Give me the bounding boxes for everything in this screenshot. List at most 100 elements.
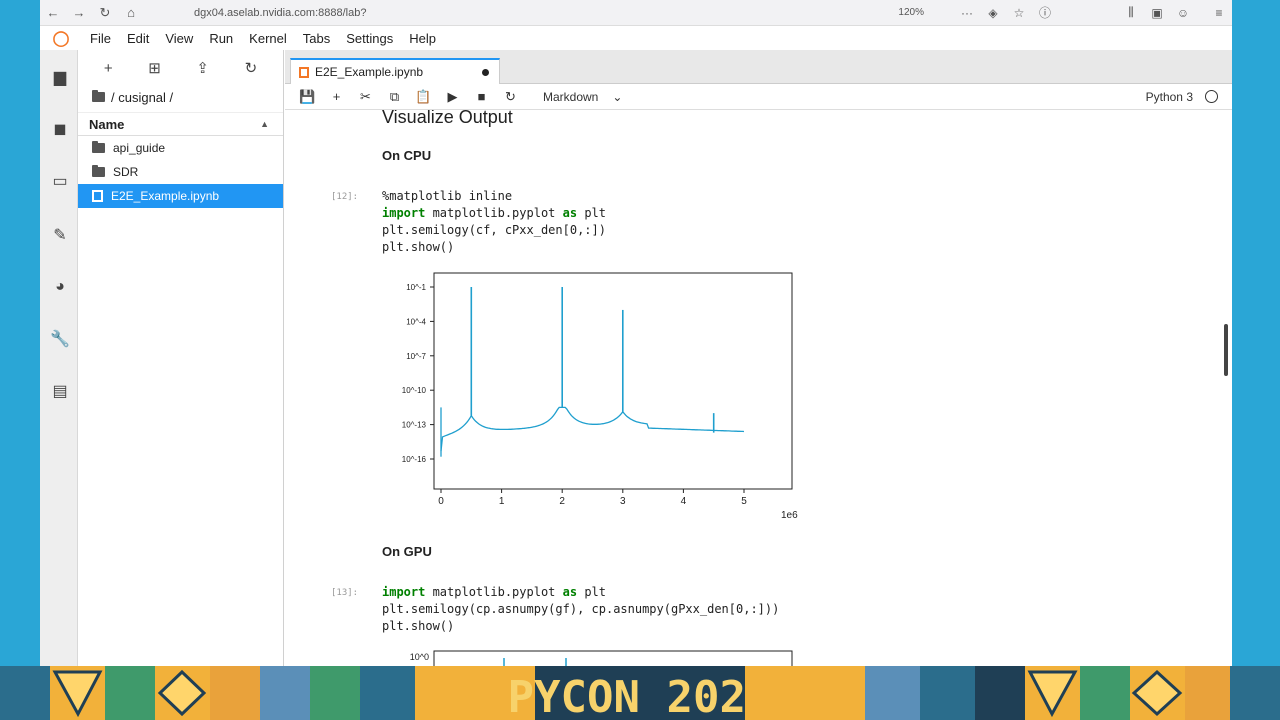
kernel-name[interactable]: Python 3: [1146, 90, 1193, 104]
upload-icon[interactable]: ⇪: [196, 59, 209, 77]
stop-icon[interactable]: ■: [467, 89, 496, 104]
x-offset-label: 1e6: [781, 510, 798, 521]
sort-caret-icon: ▲: [260, 119, 269, 129]
y-tick-label: 10^-4: [406, 317, 426, 326]
file-list-header[interactable]: Name ▲: [78, 112, 283, 136]
run-icon[interactable]: ▶: [438, 89, 467, 105]
bookmark-star-icon[interactable]: ☆: [1006, 6, 1032, 20]
kernel-status-icon: [1205, 90, 1218, 103]
menu-run[interactable]: Run: [209, 31, 233, 46]
gpu-heading: On GPU: [382, 544, 432, 559]
zoom-level[interactable]: 120%: [898, 7, 924, 18]
cell-type-select[interactable]: Markdown ⌄: [543, 90, 622, 104]
folder-icon: [92, 141, 105, 153]
code-line: plt.show(): [382, 240, 455, 254]
plot-background: [381, 270, 807, 524]
banner-artwork: PYCON 2020: [0, 666, 1280, 720]
breadcrumb[interactable]: / cusignal /: [78, 86, 283, 108]
forward-icon[interactable]: →: [66, 5, 92, 20]
x-tick-label: 1: [499, 496, 505, 507]
x-tick-label: 3: [620, 496, 626, 507]
plot-frame: [433, 650, 793, 666]
code-text: plt: [577, 206, 606, 220]
sidebar-icon[interactable]: ▣: [1144, 6, 1170, 20]
y-tick-label: 10^0: [410, 652, 429, 662]
tab-bar: E2E_Example.ipynb: [285, 50, 1232, 84]
commands-icon[interactable]: ▭: [49, 170, 71, 192]
cell-prompt: [13]:: [331, 588, 359, 598]
cut-icon[interactable]: ✂: [351, 89, 380, 105]
restart-icon[interactable]: ↻: [496, 89, 525, 105]
file-name: SDR: [113, 165, 139, 179]
x-tick-label: 0: [438, 496, 444, 507]
cell-type-value: Markdown: [543, 89, 599, 104]
tab-e2e-example[interactable]: E2E_Example.ipynb: [290, 58, 500, 84]
file-item-api-guide[interactable]: api_guide: [78, 136, 283, 160]
new-launcher-icon[interactable]: +: [104, 60, 113, 77]
menu-settings[interactable]: Settings: [346, 31, 393, 46]
chevron-down-icon: ⌄: [612, 89, 623, 104]
menu-view[interactable]: View: [165, 31, 193, 46]
x-tick-label: 5: [741, 496, 747, 507]
notebook-toolbar: 💾 + ✂ ⧉ 📋 ▶ ■ ↻ Markdown ⌄ Python 3: [285, 84, 1232, 110]
notebook-content: Visualize Output On CPU [12]: %matplotli…: [285, 110, 1232, 666]
folder-icon: [92, 165, 105, 177]
new-folder-icon[interactable]: ⊞: [148, 59, 161, 77]
keyword-as: as: [562, 585, 578, 599]
x-tick-label: 4: [681, 496, 687, 507]
wrench-icon[interactable]: 🔧: [49, 328, 71, 350]
menu-help[interactable]: Help: [409, 31, 436, 46]
folder-icon[interactable]: ▆: [49, 66, 71, 88]
scrollbar[interactable]: [1224, 324, 1228, 376]
activity-bar: ▆ ◼ ▭ ✎ ◕ 🔧 ▤: [40, 50, 78, 666]
pocket-icon[interactable]: ◈: [980, 6, 1006, 20]
property-inspector-icon[interactable]: ✎: [49, 224, 71, 246]
y-tick-label: 10^-10: [402, 386, 427, 395]
menu-file[interactable]: File: [90, 31, 111, 46]
y-tick-label: 10^-7: [406, 352, 426, 361]
keyword-import: import: [382, 206, 426, 220]
file-item-e2e-example[interactable]: E2E_Example.ipynb: [78, 184, 283, 208]
menu-tabs[interactable]: Tabs: [303, 31, 330, 46]
cpu-output-plot: 10^-1 10^-4 10^-7 10^-10 10^-13 10^-16 0 1 2 3 4 5…: [381, 270, 807, 524]
url-bar[interactable]: dgx04.aselab.nvidia.com:8888/lab?: [194, 7, 366, 19]
file-browser-toolbar: + ⊞ ⇪ ↻: [78, 50, 283, 86]
code-text: matplotlib.pyplot: [425, 206, 563, 220]
x-tick-label: 2: [559, 496, 565, 507]
insert-cell-icon[interactable]: +: [322, 89, 351, 104]
palette-icon[interactable]: ◕: [49, 276, 71, 298]
tabs-icon[interactable]: ▤: [49, 380, 71, 402]
name-column-header[interactable]: Name: [89, 117, 124, 132]
refresh-icon[interactable]: ↻: [245, 59, 258, 77]
back-icon[interactable]: ←: [40, 5, 66, 20]
menu-edit[interactable]: Edit: [127, 31, 149, 46]
tab-title: E2E_Example.ipynb: [315, 65, 424, 79]
code-line: plt.semilogy(cf, cPxx_den[0,:]): [382, 223, 606, 237]
reload-icon[interactable]: ↻: [92, 5, 118, 21]
more-icon[interactable]: ···: [954, 6, 980, 20]
menu-kernel[interactable]: Kernel: [249, 31, 287, 46]
cell-prompt: [12]:: [331, 192, 359, 202]
breadcrumb-path[interactable]: / cusignal /: [111, 90, 173, 105]
save-icon[interactable]: 💾: [293, 89, 322, 105]
account-icon[interactable]: ☺: [1170, 6, 1196, 20]
paste-icon[interactable]: 📋: [409, 89, 438, 105]
menu-bar: ◯ File Edit View Run Kernel Tabs Setting…: [40, 26, 1232, 50]
code-cell-cpu[interactable]: %matplotlib inline import matplotlib.pyp…: [382, 188, 606, 256]
library-icon[interactable]: ⫼: [1118, 5, 1144, 20]
info-icon[interactable]: ⓘ: [1032, 4, 1058, 21]
code-line: %matplotlib inline: [382, 189, 513, 203]
running-icon[interactable]: ◼: [49, 118, 71, 140]
code-cell-gpu[interactable]: import matplotlib.pyplot as plt plt.semi…: [382, 584, 779, 635]
code-text: plt: [577, 585, 606, 599]
file-item-sdr[interactable]: SDR: [78, 160, 283, 184]
cpu-heading: On CPU: [382, 148, 432, 163]
menu-icon[interactable]: ≡: [1206, 6, 1232, 20]
unsaved-dot-icon[interactable]: [482, 68, 489, 76]
copy-icon[interactable]: ⧉: [380, 89, 409, 105]
keyword-import: import: [382, 585, 426, 599]
file-browser: + ⊞ ⇪ ↻ / cusignal / Name ▲ api_guide SD…: [78, 50, 284, 666]
home-icon[interactable]: ⌂: [118, 5, 144, 20]
keyword-as: as: [562, 206, 578, 220]
file-name: api_guide: [113, 141, 166, 155]
